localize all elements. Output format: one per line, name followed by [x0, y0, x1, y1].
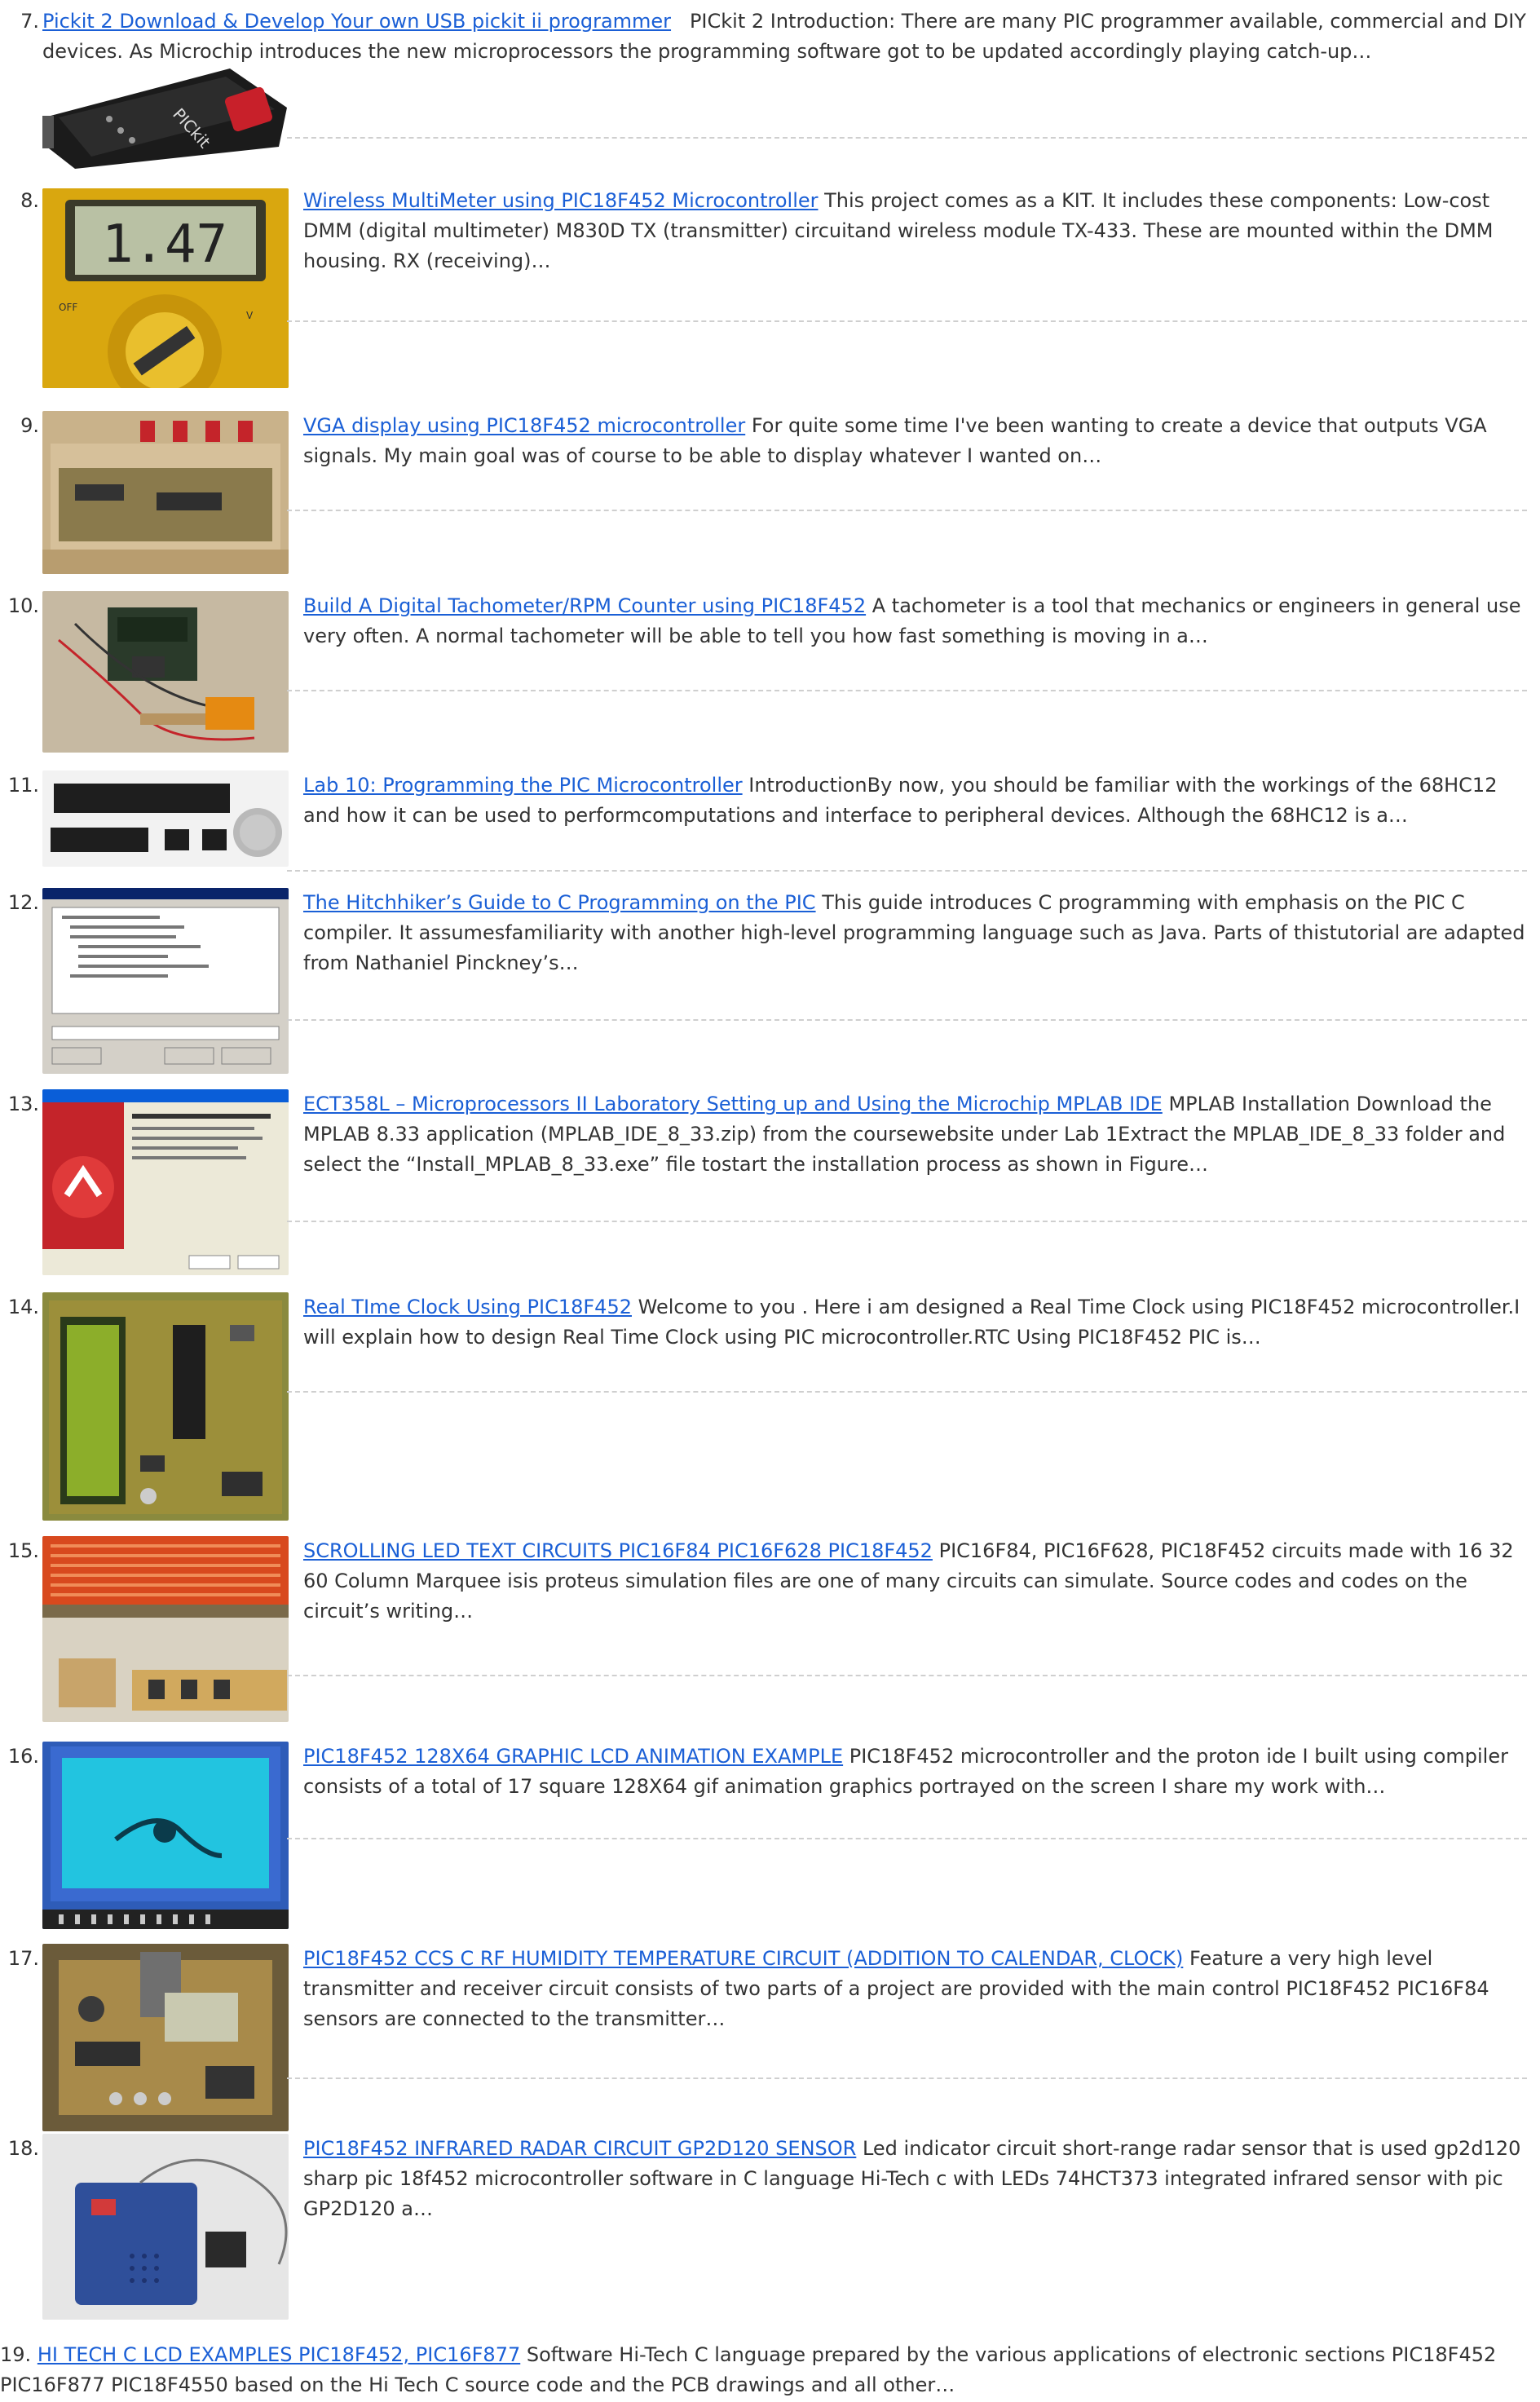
item-text: The Hitchhiker’s Guide to C Programming … [303, 888, 1526, 978]
pic-chips-thumbnail[interactable] [42, 770, 289, 867]
item-title-link[interactable]: PIC18F452 CCS C RF HUMIDITY TEMPERATURE … [303, 1947, 1183, 1970]
item-number: 18. [7, 2137, 39, 2160]
installer-screenshot-thumbnail[interactable] [42, 1089, 289, 1275]
svg-text:V: V [246, 310, 254, 321]
item-number: 17. [7, 1947, 39, 1970]
multimeter-thumbnail[interactable]: 1.47 OFF V [42, 188, 289, 388]
item-divider [287, 1019, 1527, 1021]
graphic-lcd-thumbnail[interactable] [42, 1742, 289, 1929]
item-number: 16. [7, 1745, 39, 1768]
item-number: 14. [7, 1296, 39, 1318]
item-text: 19. HI TECH C LCD EXAMPLES PIC18F452, PI… [0, 2340, 1528, 2400]
vga-board-thumbnail[interactable] [42, 411, 289, 574]
item-number: 11. [7, 774, 39, 797]
item-text: PIC18F452 INFRARED RADAR CIRCUIT GP2D120… [303, 2134, 1526, 2224]
item-title-link[interactable]: PIC18F452 INFRARED RADAR CIRCUIT GP2D120… [303, 2137, 856, 2160]
item-title-link[interactable]: PIC18F452 128X64 GRAPHIC LCD ANIMATION E… [303, 1745, 843, 1768]
item-divider [287, 1221, 1527, 1222]
item-divider [287, 2077, 1527, 2079]
item-title-link[interactable]: SCROLLING LED TEXT CIRCUITS PIC16F84 PIC… [303, 1539, 933, 1562]
item-title-link[interactable]: The Hitchhiker’s Guide to C Programming … [303, 891, 816, 914]
item-divider [287, 510, 1527, 511]
item-number: 9. [20, 414, 39, 437]
item-title-link[interactable]: HI TECH C LCD EXAMPLES PIC18F452, PIC16F… [38, 2343, 520, 2366]
item-text: ECT358L – Microprocessors II Laboratory … [303, 1089, 1526, 1180]
item-title-link[interactable]: VGA display using PIC18F452 microcontrol… [303, 414, 745, 437]
item-divider [287, 870, 1527, 872]
item-title-link[interactable]: Build A Digital Tachometer/RPM Counter u… [303, 594, 866, 617]
item-divider [287, 137, 1527, 139]
list-item: 7. PICkit Pickit 2 Download & Develop Yo… [0, 7, 1540, 171]
svg-text:OFF: OFF [59, 302, 77, 313]
rtc-board-thumbnail[interactable] [42, 1292, 289, 1521]
dialog-screenshot-thumbnail[interactable] [42, 888, 289, 1074]
item-divider [287, 690, 1527, 691]
item-divider [287, 1675, 1527, 1676]
svg-text:1.47: 1.47 [102, 214, 227, 275]
item-divider [287, 320, 1527, 322]
rf-circuit-thumbnail[interactable] [42, 1944, 289, 2131]
item-number: 10. [7, 594, 39, 617]
item-text: PIC18F452 CCS C RF HUMIDITY TEMPERATURE … [303, 1944, 1526, 2034]
item-title-link[interactable]: Real TIme Clock Using PIC18F452 [303, 1296, 632, 1318]
item-title-link[interactable]: Lab 10: Programming the PIC Microcontrol… [303, 774, 743, 797]
item-text: Wireless MultiMeter using PIC18F452 Micr… [303, 186, 1526, 276]
item-text: Lab 10: Programming the PIC Microcontrol… [303, 770, 1526, 831]
tachometer-thumbnail[interactable] [42, 591, 289, 753]
item-text: Pickit 2 Download & Develop Your own USB… [42, 7, 1528, 67]
item-number: 12. [7, 891, 39, 914]
item-title-link[interactable]: Wireless MultiMeter using PIC18F452 Micr… [303, 189, 819, 212]
item-number: 13. [7, 1093, 39, 1115]
pickit-programmer-thumbnail[interactable]: PICkit [42, 59, 289, 171]
item-number: 15. [7, 1539, 39, 1562]
item-text: Build A Digital Tachometer/RPM Counter u… [303, 591, 1526, 651]
item-text: VGA display using PIC18F452 microcontrol… [303, 411, 1526, 471]
radar-box-thumbnail[interactable] [42, 2134, 289, 2320]
item-number: 19. [0, 2343, 32, 2366]
item-text: PIC18F452 128X64 GRAPHIC LCD ANIMATION E… [303, 1742, 1526, 1802]
item-number: 8. [20, 189, 39, 212]
item-text: SCROLLING LED TEXT CIRCUITS PIC16F84 PIC… [303, 1536, 1526, 1627]
item-divider [287, 1391, 1527, 1393]
item-text: Real TIme Clock Using PIC18F452 Welcome … [303, 1292, 1526, 1353]
item-divider [287, 1838, 1527, 1839]
item-title-link[interactable]: ECT358L – Microprocessors II Laboratory … [303, 1093, 1163, 1115]
led-matrix-thumbnail[interactable] [42, 1536, 289, 1722]
item-number: 7. [20, 10, 39, 33]
item-title-link[interactable]: Pickit 2 Download & Develop Your own USB… [42, 10, 671, 33]
